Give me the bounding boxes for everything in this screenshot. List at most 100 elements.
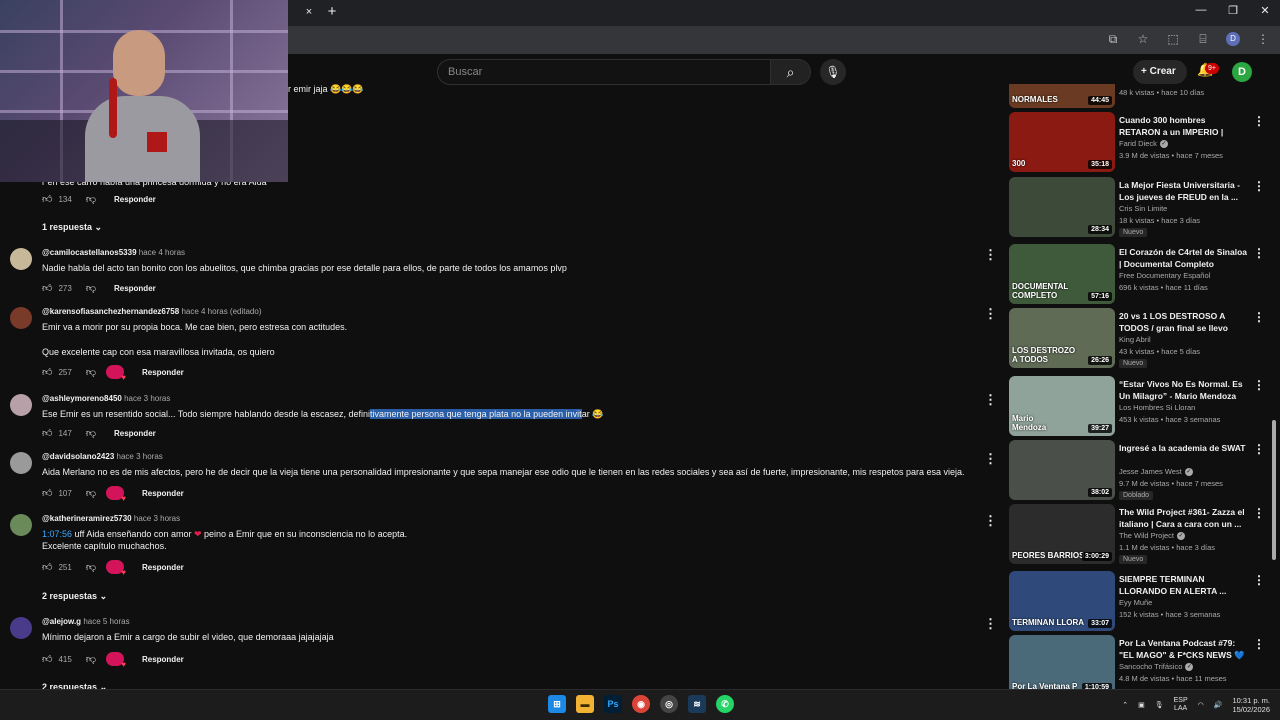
restore-icon[interactable]: ❐: [1226, 4, 1240, 17]
dislike-icon[interactable]: 👎︎: [86, 487, 96, 499]
video-thumbnail[interactable]: 28:34: [1009, 177, 1115, 237]
reply-button[interactable]: Responder: [114, 195, 156, 204]
comment-menu-icon[interactable]: ⋮: [984, 513, 997, 529]
video-thumbnail[interactable]: PEORES BARRIOS 3:00:29: [1009, 504, 1115, 564]
account-avatar[interactable]: D: [1232, 62, 1252, 82]
profile-icon[interactable]: D: [1226, 32, 1240, 46]
photoshop-icon[interactable]: Ps: [604, 695, 622, 713]
comment-author[interactable]: @alejow.g: [42, 617, 81, 626]
video-card[interactable]: 28:34 La Mejor Fiesta Universitaria - Los…: [1009, 177, 1269, 241]
video-menu-icon[interactable]: ⋮: [1253, 179, 1265, 193]
volume-icon[interactable]: 🔊: [1214, 701, 1223, 709]
windows-start-icon[interactable]: ⊞: [548, 695, 566, 713]
comment-menu-icon[interactable]: ⋮: [984, 306, 997, 322]
replies-toggle[interactable]: 2 respuestas ⌄: [42, 591, 107, 602]
video-channel[interactable]: Jesse James West ✓: [1119, 467, 1193, 477]
video-channel[interactable]: Eyy Muñe: [1119, 598, 1152, 607]
video-menu-icon[interactable]: ⋮: [1253, 506, 1265, 520]
avatar[interactable]: [10, 394, 32, 416]
reply-button[interactable]: Responder: [114, 429, 156, 438]
like-icon[interactable]: 👍︎: [42, 487, 52, 499]
clock[interactable]: 10:31 p. m. 15/02/2026: [1232, 696, 1270, 714]
install-icon[interactable]: ⧉: [1106, 32, 1120, 46]
channel-name[interactable]: King Abril: [1119, 335, 1151, 344]
video-title[interactable]: El Corazón de C4rtel de Sinaloa | Docume…: [1119, 246, 1247, 270]
new-tab-icon[interactable]: +: [324, 4, 340, 20]
tab-search-icon[interactable]: ⌸: [1196, 32, 1210, 46]
channel-name[interactable]: Cris Sin Limite: [1119, 204, 1167, 213]
comment-time[interactable]: hace 4 horas: [139, 248, 185, 257]
comment-author[interactable]: @davidsolano2423: [42, 452, 114, 461]
video-thumbnail[interactable]: TERMINAN LLORA 33:07: [1009, 571, 1115, 631]
channel-name[interactable]: Eyy Muñe: [1119, 598, 1152, 607]
video-card[interactable]: NORMALES 44:45 48 k vistas • hace 10 días: [1009, 84, 1269, 108]
video-title[interactable]: La Mejor Fiesta Universitaria - Los juev…: [1119, 179, 1247, 203]
video-title[interactable]: The Wild Project #361- Zazza el italiano…: [1119, 506, 1247, 530]
channel-name[interactable]: The Wild Project: [1119, 531, 1174, 540]
chevron-up-icon[interactable]: ⌃: [1122, 701, 1128, 709]
channel-name[interactable]: Los Hombres Si Lloran: [1119, 403, 1195, 412]
like-icon[interactable]: 👍︎: [42, 282, 52, 294]
video-card[interactable]: 38:02 Ingresé a la academia de SWAT Jesse …: [1009, 440, 1269, 504]
comment-author[interactable]: @ashleymoreno8450: [42, 394, 122, 403]
video-card[interactable]: LOS DESTROZO A TODOS 26:26 20 vs 1 LOS DES…: [1009, 308, 1269, 372]
video-title[interactable]: Por La Ventana Podcast #79: "EL MAGO" & …: [1119, 637, 1247, 661]
reply-button[interactable]: Responder: [142, 655, 184, 664]
comment-time[interactable]: hace 3 horas: [117, 452, 163, 461]
search-input[interactable]: Buscar: [437, 59, 771, 85]
video-thumbnail[interactable]: 38:02: [1009, 440, 1115, 500]
comment-author[interactable]: @katherineramirez5730: [42, 514, 132, 523]
bookmark-star-icon[interactable]: ☆: [1136, 32, 1150, 46]
video-channel[interactable]: King Abril: [1119, 335, 1151, 344]
extensions-icon[interactable]: ⬚: [1166, 32, 1180, 46]
video-channel[interactable]: Farid Dieck ✓: [1119, 139, 1168, 149]
like-icon[interactable]: 👍︎: [42, 561, 52, 573]
comment-menu-icon[interactable]: ⋮: [984, 392, 997, 408]
comment-time[interactable]: hace 5 horas: [83, 617, 129, 626]
video-card[interactable]: TERMINAN LLORA 33:07 SIEMPRE TERMINAN LLOR…: [1009, 571, 1269, 635]
like-icon[interactable]: 👍︎: [42, 193, 52, 205]
video-title[interactable]: 20 vs 1 LOS DESTROSO A TODOS / gran fina…: [1119, 310, 1247, 334]
reply-button[interactable]: Responder: [114, 284, 156, 293]
dislike-icon[interactable]: 👎︎: [86, 366, 96, 378]
video-title[interactable]: Cuando 300 hombres RETARON a un IMPERIO …: [1119, 114, 1247, 138]
chrome-icon[interactable]: ◉: [632, 695, 650, 713]
video-menu-icon[interactable]: ⋮: [1253, 573, 1265, 587]
video-channel[interactable]: Free Documentary Español: [1119, 271, 1210, 280]
reply-button[interactable]: Responder: [142, 368, 184, 377]
voice-search-button[interactable]: 🎙: [820, 59, 846, 85]
file-explorer-icon[interactable]: ▬: [576, 695, 594, 713]
video-menu-icon[interactable]: ⋮: [1253, 114, 1265, 128]
reply-button[interactable]: Responder: [142, 563, 184, 572]
menu-dots-icon[interactable]: ⋮: [1256, 32, 1270, 46]
channel-name[interactable]: Free Documentary Español: [1119, 271, 1210, 280]
video-channel[interactable]: Los Hombres Si Lloran: [1119, 403, 1195, 412]
video-menu-icon[interactable]: ⋮: [1253, 246, 1265, 260]
close-window-icon[interactable]: ✕: [1258, 4, 1272, 17]
channel-name[interactable]: Jesse James West: [1119, 467, 1182, 476]
comment-time[interactable]: hace 4 horas (editado): [181, 307, 261, 316]
tray-app-icon[interactable]: ▣: [1138, 701, 1145, 709]
video-thumbnail[interactable]: Por La Ventana P 1:10:59: [1009, 635, 1115, 695]
channel-name[interactable]: Sancocho Trifásico: [1119, 662, 1182, 671]
avatar[interactable]: [10, 248, 32, 270]
video-channel[interactable]: The Wild Project ✓: [1119, 531, 1186, 541]
timestamp-link[interactable]: 1:07:56: [42, 529, 72, 539]
wifi-icon[interactable]: ◠: [1198, 701, 1204, 709]
comment-author[interactable]: @camilocastellanos5339: [42, 248, 137, 257]
video-channel[interactable]: Cris Sin Limite: [1119, 204, 1167, 213]
tab-close-icon[interactable]: ×: [302, 5, 316, 19]
comment-time[interactable]: hace 3 horas: [134, 514, 180, 523]
video-menu-icon[interactable]: ⋮: [1253, 442, 1265, 456]
create-button[interactable]: + Crear: [1133, 60, 1187, 84]
microphone-icon[interactable]: 🎙: [1155, 701, 1164, 709]
video-menu-icon[interactable]: ⋮: [1253, 637, 1265, 651]
video-title[interactable]: Ingresé a la academia de SWAT: [1119, 442, 1247, 454]
obs-icon[interactable]: ◎: [660, 695, 678, 713]
video-card[interactable]: DOCUMENTAL COMPLETO 57:16 El Corazón de C4…: [1009, 244, 1269, 308]
app-icon[interactable]: ≋: [688, 695, 706, 713]
avatar[interactable]: [10, 452, 32, 474]
video-menu-icon[interactable]: ⋮: [1253, 378, 1265, 392]
like-icon[interactable]: 👍︎: [42, 427, 52, 439]
channel-name[interactable]: Farid Dieck: [1119, 139, 1157, 148]
